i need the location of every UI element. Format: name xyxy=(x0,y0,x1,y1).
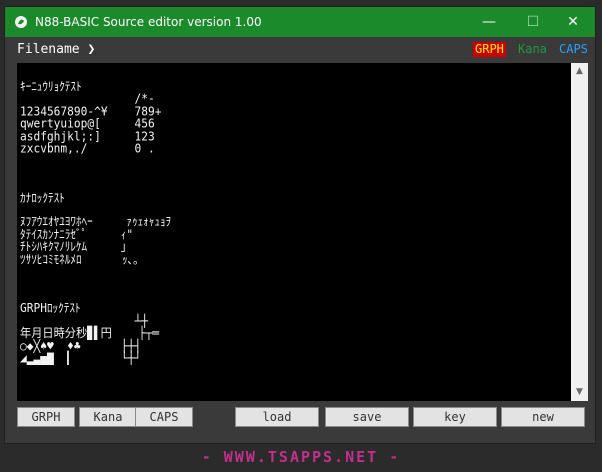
site-footer: - WWW.TSAPPS.NET - xyxy=(201,448,401,466)
title-bar[interactable]: N88-BASIC Source editor version 1.00 — ☐… xyxy=(5,7,595,37)
editor-window: N88-BASIC Source editor version 1.00 — ☐… xyxy=(4,6,596,444)
caps-button[interactable]: CAPS xyxy=(135,407,193,427)
minimize-button[interactable]: — xyxy=(467,7,511,37)
grph-indicator: GRPH xyxy=(473,42,506,57)
grph-button[interactable]: GRPH xyxy=(17,407,75,427)
window-title: N88-BASIC Source editor version 1.00 xyxy=(35,15,262,29)
file-bar: Filename ❯ GRPH Kana CAPS xyxy=(5,37,595,63)
load-button[interactable]: load xyxy=(235,407,319,427)
new-button[interactable]: new xyxy=(501,407,585,427)
save-button[interactable]: save xyxy=(325,407,409,427)
filename-label[interactable]: Filename ❯ xyxy=(17,42,95,57)
close-button[interactable]: ✕ xyxy=(551,7,595,37)
source-editor-area[interactable]: ｷｰﾆｭｳﾘｮｸﾃｽﾄ /*- 1234567890-^¥ 789+ qwert… xyxy=(17,63,571,401)
app-icon xyxy=(15,16,27,28)
vertical-scrollbar[interactable]: ▲ ▼ xyxy=(571,63,588,401)
source-text[interactable]: ｷｰﾆｭｳﾘｮｸﾃｽﾄ /*- 1234567890-^¥ 789+ qwert… xyxy=(20,81,171,364)
kana-indicator: Kana xyxy=(518,42,547,56)
kana-button[interactable]: Kana xyxy=(79,407,137,427)
key-button[interactable]: key xyxy=(413,407,497,427)
caps-indicator: CAPS xyxy=(559,42,588,56)
scroll-down-icon[interactable]: ▼ xyxy=(571,384,588,401)
maximize-button[interactable]: ☐ xyxy=(511,7,555,37)
scroll-up-icon[interactable]: ▲ xyxy=(571,63,588,80)
